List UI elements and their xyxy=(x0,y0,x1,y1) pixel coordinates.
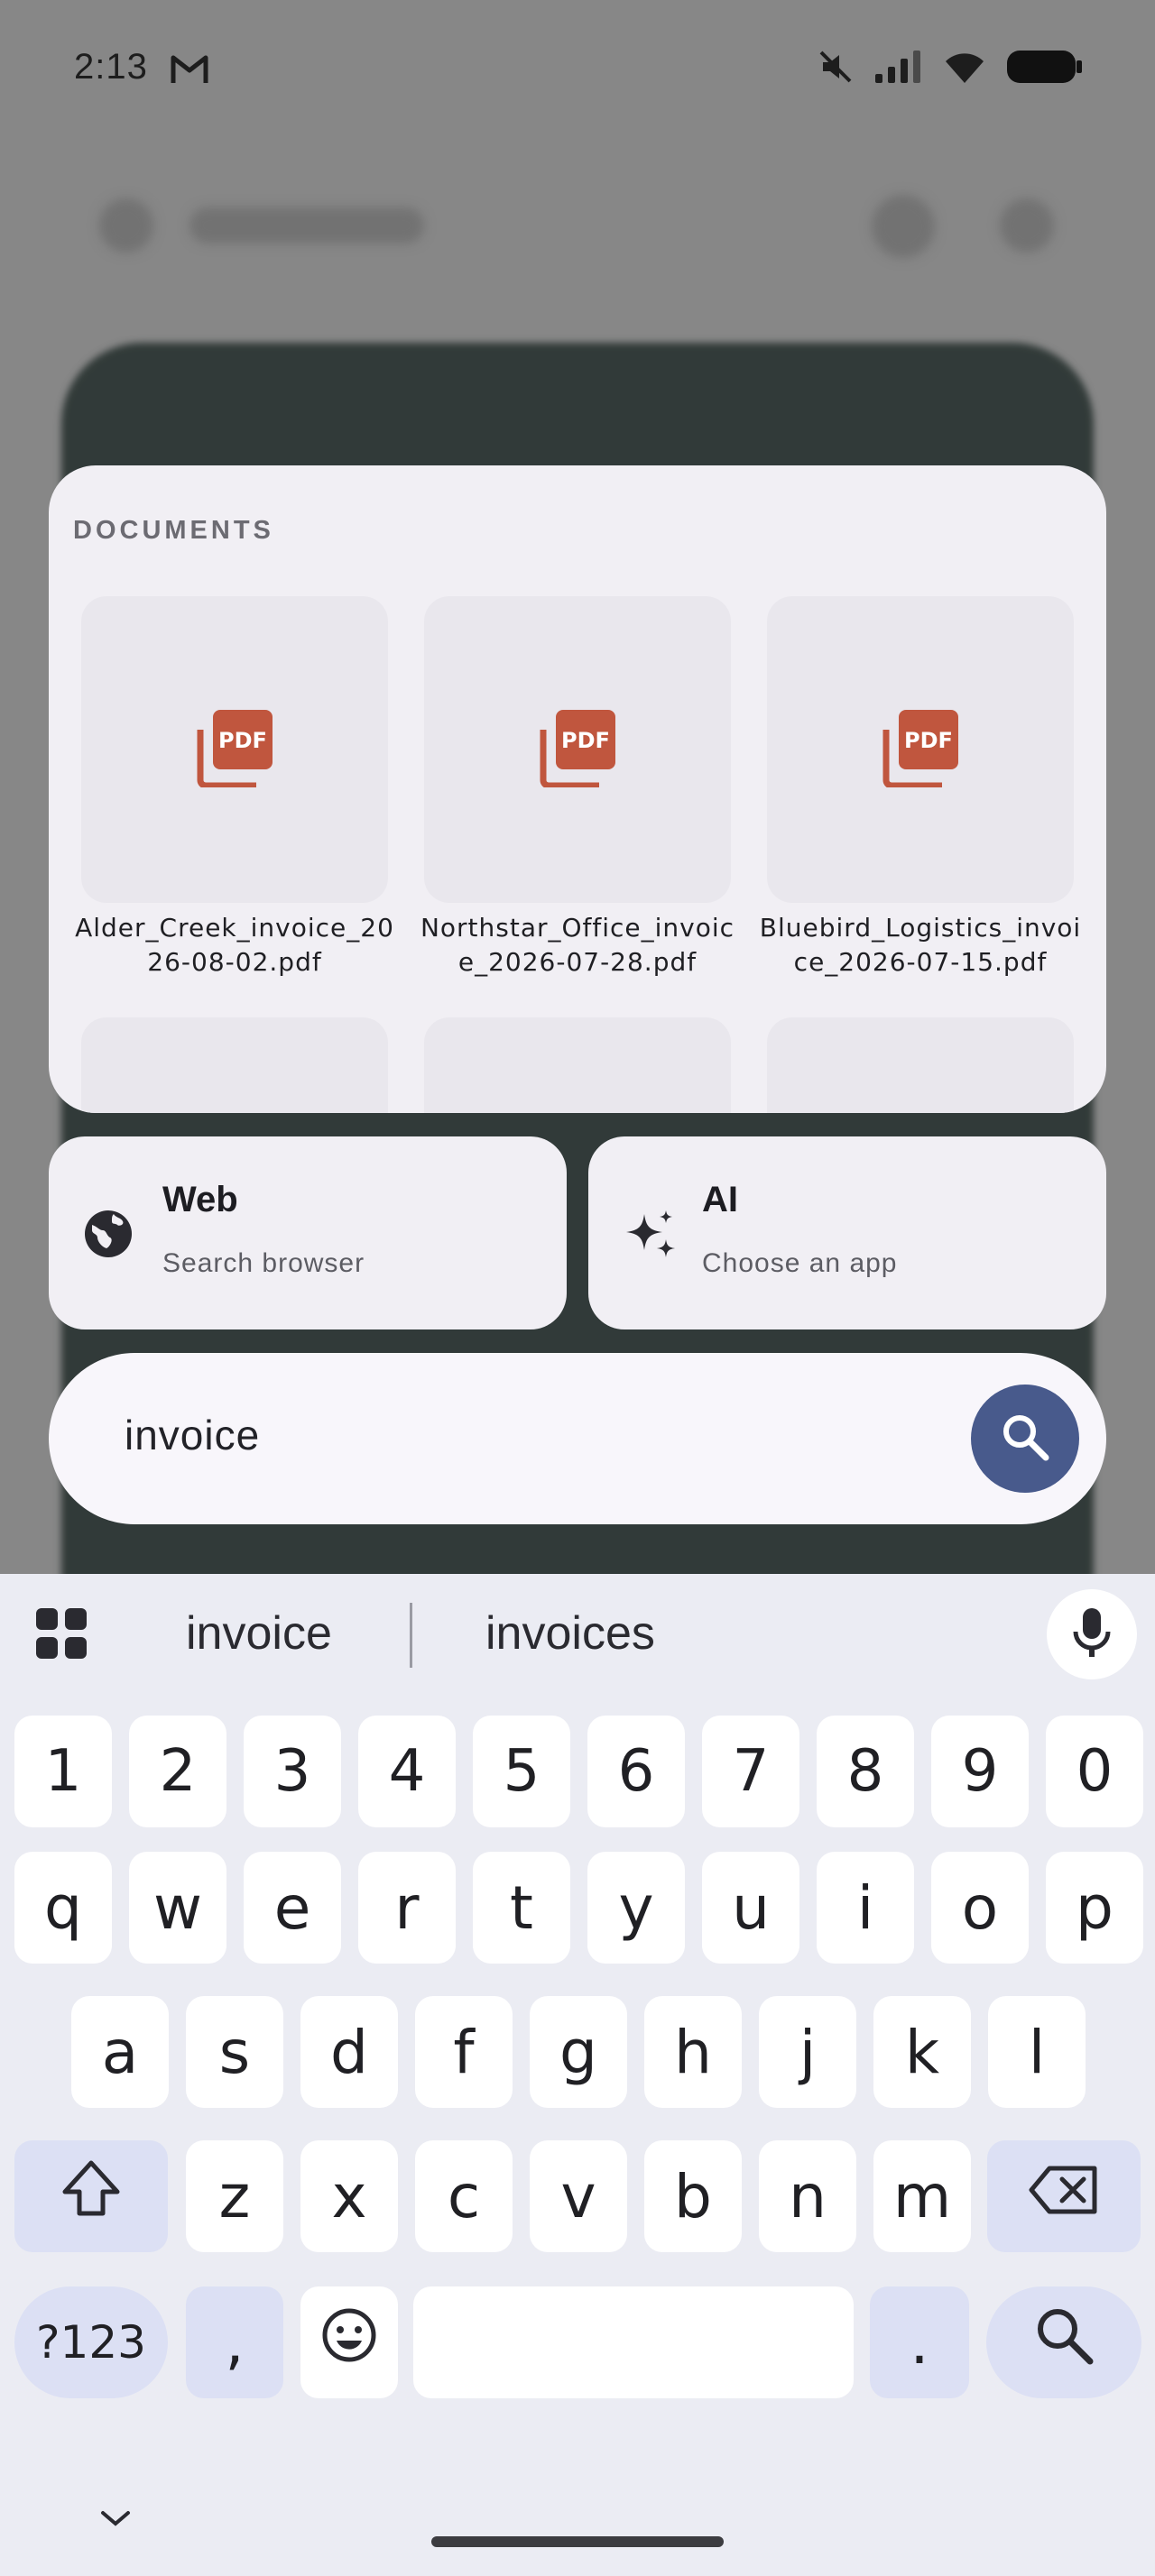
shift-icon xyxy=(60,2159,123,2233)
key-7[interactable]: 7 xyxy=(702,1716,799,1827)
mute-icon xyxy=(818,49,854,89)
key-q[interactable]: q xyxy=(14,1852,112,1964)
search-action-key[interactable] xyxy=(986,2286,1141,2398)
key-o[interactable]: o xyxy=(931,1852,1029,1964)
key-y[interactable]: y xyxy=(587,1852,685,1964)
key-2[interactable]: 2 xyxy=(129,1716,226,1827)
backspace-icon xyxy=(1028,2162,1100,2231)
home-indicator[interactable] xyxy=(431,2536,724,2547)
key-h[interactable]: h xyxy=(644,1996,742,2108)
search-button[interactable] xyxy=(971,1385,1079,1493)
emoji-key[interactable] xyxy=(300,2286,398,2398)
search-icon xyxy=(998,1410,1052,1468)
key-8[interactable]: 8 xyxy=(817,1716,914,1827)
wifi-icon xyxy=(944,49,985,89)
key-5[interactable]: 5 xyxy=(473,1716,570,1827)
svg-text:PDF: PDF xyxy=(904,728,953,753)
sparkle-icon xyxy=(623,1209,680,1271)
key-6[interactable]: 6 xyxy=(587,1716,685,1827)
suggestion-strip: invoice invoices xyxy=(0,1574,1155,1691)
apps-grid-icon[interactable] xyxy=(34,1606,88,1665)
key-v[interactable]: v xyxy=(530,2140,627,2252)
key-p[interactable]: p xyxy=(1046,1852,1143,1964)
search-bar[interactable]: invoice xyxy=(49,1353,1106,1524)
svg-text:PDF: PDF xyxy=(561,728,610,753)
key-k[interactable]: k xyxy=(873,1996,971,2108)
gmail-icon xyxy=(170,54,209,89)
web-title: Web xyxy=(162,1180,238,1219)
comma-key[interactable]: , xyxy=(186,2286,283,2398)
status-time: 2:13 xyxy=(74,47,148,87)
key-1[interactable]: 1 xyxy=(14,1716,112,1827)
ai-app-card[interactable]: AI Choose an app xyxy=(588,1136,1106,1329)
period-key[interactable]: . xyxy=(870,2286,969,2398)
key-j[interactable]: j xyxy=(759,1996,856,2108)
document-tile-partial[interactable] xyxy=(424,1017,731,1113)
key-x[interactable]: x xyxy=(300,2140,398,2252)
key-b[interactable]: b xyxy=(644,2140,742,2252)
document-tile-partial[interactable] xyxy=(81,1017,388,1113)
ai-subtitle: Choose an app xyxy=(702,1248,898,1278)
key-w[interactable]: w xyxy=(129,1852,226,1964)
document-tile[interactable]: PDF xyxy=(81,596,388,903)
signal-icon xyxy=(873,49,924,89)
space-key[interactable] xyxy=(413,2286,854,2398)
key-g[interactable]: g xyxy=(530,1996,627,2108)
key-m[interactable]: m xyxy=(873,2140,971,2252)
backspace-key[interactable] xyxy=(987,2140,1141,2252)
suggestion-divider xyxy=(410,1603,412,1668)
documents-header: DOCUMENTS xyxy=(73,516,274,545)
key-s[interactable]: s xyxy=(186,1996,283,2108)
microphone-button[interactable] xyxy=(1047,1589,1137,1679)
key-z[interactable]: z xyxy=(186,2140,283,2252)
document-tile[interactable]: PDF xyxy=(767,596,1074,903)
key-3[interactable]: 3 xyxy=(244,1716,341,1827)
documents-panel: DOCUMENTS PDF Alder_Creek_invoice_2026-0… xyxy=(49,465,1106,1113)
web-search-card[interactable]: Web Search browser xyxy=(49,1136,567,1329)
document-name[interactable]: Bluebird_Logistics_invoice_2026-07-15.pd… xyxy=(757,911,1084,980)
shift-key[interactable] xyxy=(14,2140,168,2252)
document-name[interactable]: Northstar_Office_invoice_2026-07-28.pdf xyxy=(414,911,741,980)
key-t[interactable]: t xyxy=(473,1852,570,1964)
document-tile[interactable]: PDF xyxy=(424,596,731,903)
key-a[interactable]: a xyxy=(71,1996,169,2108)
key-4[interactable]: 4 xyxy=(358,1716,456,1827)
document-tile-partial[interactable] xyxy=(767,1017,1074,1113)
pdf-icon: PDF xyxy=(538,708,617,792)
key-n[interactable]: n xyxy=(759,2140,856,2252)
web-subtitle: Search browser xyxy=(162,1248,365,1278)
suggestion-item[interactable]: invoice xyxy=(186,1606,332,1661)
battery-icon xyxy=(1005,49,1083,89)
key-l[interactable]: l xyxy=(988,1996,1086,2108)
search-icon xyxy=(1032,2304,1095,2381)
document-name[interactable]: Alder_Creek_invoice_2026-08-02.pdf xyxy=(71,911,398,980)
key-c[interactable]: c xyxy=(415,2140,513,2252)
hide-keyboard-icon[interactable] xyxy=(99,2507,132,2534)
symbols-key[interactable]: ?123 xyxy=(14,2286,168,2398)
pdf-icon: PDF xyxy=(881,708,960,792)
key-r[interactable]: r xyxy=(358,1852,456,1964)
microphone-icon xyxy=(1072,1606,1112,1663)
key-e[interactable]: e xyxy=(244,1852,341,1964)
globe-icon xyxy=(83,1209,134,1264)
key-9[interactable]: 9 xyxy=(931,1716,1029,1827)
key-d[interactable]: d xyxy=(300,1996,398,2108)
pdf-icon: PDF xyxy=(195,708,274,792)
ai-title: AI xyxy=(702,1180,738,1219)
key-i[interactable]: i xyxy=(817,1852,914,1964)
svg-text:PDF: PDF xyxy=(218,728,267,753)
status-bar: 2:13 xyxy=(0,36,1155,99)
soft-keyboard: invoice invoices 1234567890 qwertyuiop asd… xyxy=(0,1574,1155,2576)
key-u[interactable]: u xyxy=(702,1852,799,1964)
search-input[interactable]: invoice xyxy=(125,1411,260,1459)
key-f[interactable]: f xyxy=(415,1996,513,2108)
suggestion-item[interactable]: invoices xyxy=(485,1606,655,1661)
emoji-icon xyxy=(320,2306,378,2378)
key-0[interactable]: 0 xyxy=(1046,1716,1143,1827)
